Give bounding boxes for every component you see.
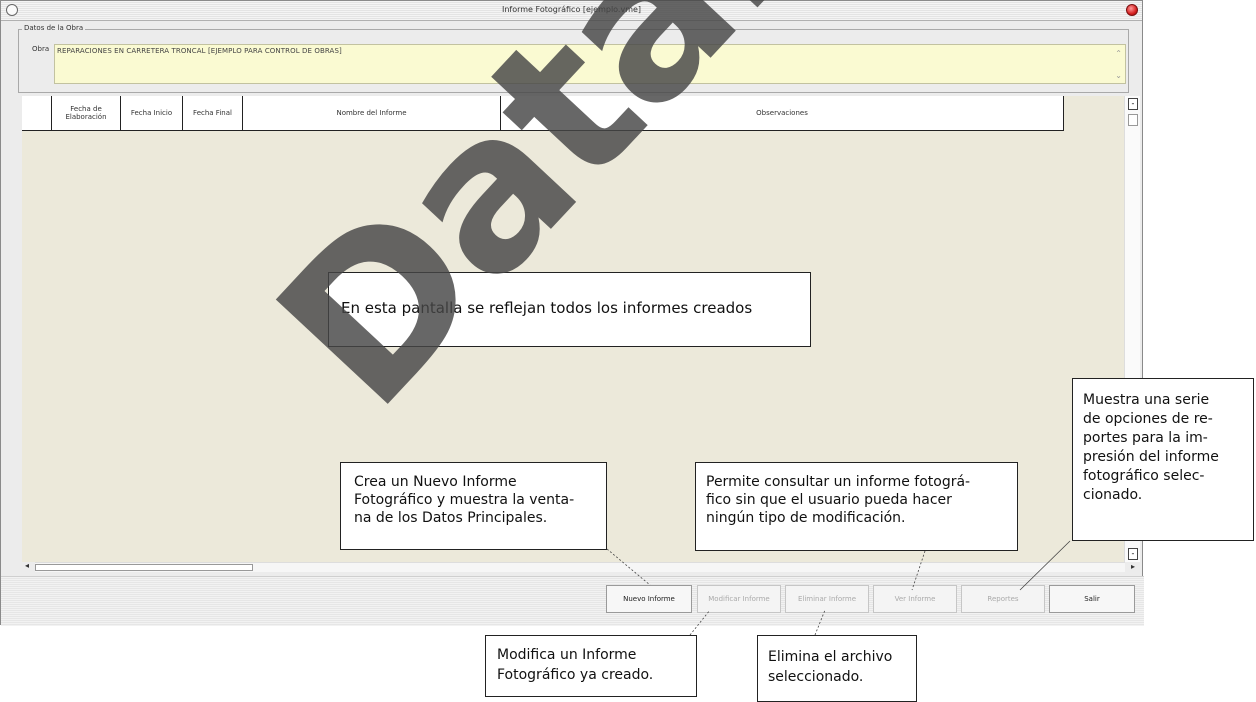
modificar-informe-button[interactable]: Modificar Informe (697, 585, 781, 613)
callout-eliminar: Elimina el archivo seleccionado. (757, 635, 917, 702)
scroll-right-icon[interactable]: ▸ (1127, 562, 1139, 574)
callout-modificar-line: Modifica un Informe (497, 647, 637, 663)
callout-ver: Permite consultar un informe fotográ- fi… (695, 462, 1018, 551)
callout-nuevo-line: Crea un Nuevo Informe (354, 474, 517, 490)
hscroll-thumb[interactable] (35, 564, 253, 571)
callout-modificar: Modifica un Informe Fotográfico ya cread… (485, 635, 697, 697)
callout-reportes-line: de opciones de re- (1083, 411, 1213, 427)
title-bar[interactable]: Informe Fotográfico [ejemplo.vme] (1, 1, 1142, 21)
callout-reportes-line: portes para la im- (1083, 430, 1208, 446)
horizontal-scrollbar[interactable]: ◂ ▸ (25, 561, 1135, 572)
callout-nuevo: Crea un Nuevo Informe Fotográfico y mues… (340, 462, 607, 550)
obra-field[interactable]: REPARACIONES EN CARRETERA TRONCAL [EJEMP… (54, 44, 1126, 84)
callout-main: En esta pantalla se reflejan todos los i… (328, 272, 811, 347)
column-header-observaciones[interactable]: Observaciones (501, 96, 1064, 131)
callout-reportes: Muestra una serie de opciones de re- por… (1072, 378, 1254, 541)
scroll-up-icon[interactable]: - (1128, 98, 1138, 110)
callout-reportes-line: Muestra una serie (1083, 392, 1210, 408)
chevron-down-icon[interactable]: ⌄ (1115, 71, 1122, 80)
callout-reportes-line: fotográfico selec- (1083, 468, 1205, 484)
ver-informe-button[interactable]: Ver Informe (873, 585, 957, 613)
reportes-button[interactable]: Reportes (961, 585, 1045, 613)
column-header-fecha-final[interactable]: Fecha Final (183, 96, 243, 131)
salir-button[interactable]: Salir (1049, 585, 1135, 613)
scroll-thumb[interactable] (1128, 114, 1138, 126)
callout-nuevo-line: na de los Datos Principales. (354, 510, 548, 526)
nuevo-informe-button[interactable]: Nuevo Informe (606, 585, 692, 613)
callout-reportes-line: cionado. (1083, 487, 1143, 503)
column-header-fecha-inicio[interactable]: Fecha Inicio (121, 96, 183, 131)
group-legend: Datos de la Obra (22, 24, 86, 32)
window-title: Informe Fotográfico [ejemplo.vme] (501, 5, 642, 14)
callout-eliminar-line: seleccionado. (768, 669, 864, 685)
callout-main-text: En esta pantalla se reflejan todos los i… (341, 299, 753, 317)
column-header-nombre[interactable]: Nombre del Informe (243, 96, 501, 131)
scroll-left-icon[interactable]: ◂ (21, 561, 33, 573)
close-icon[interactable] (1126, 4, 1138, 16)
column-header-fecha-elaboracion[interactable]: Fecha de Elaboración (52, 96, 121, 131)
column-header-selector[interactable] (22, 96, 52, 131)
callout-ver-line: ningún tipo de modificación. (706, 510, 906, 526)
callout-ver-line: Permite consultar un informe fotográ- (706, 474, 971, 490)
callout-modificar-line: Fotográfico ya creado. (497, 667, 654, 683)
callout-reportes-line: presión del informe (1083, 449, 1219, 465)
scroll-down-icon[interactable]: - (1128, 548, 1138, 560)
obra-label: Obra (32, 45, 50, 53)
callout-eliminar-line: Elimina el archivo (768, 649, 893, 665)
callout-ver-line: fico sin que el usuario pueda hacer (706, 492, 952, 508)
obra-value: REPARACIONES EN CARRETERA TRONCAL [EJEMP… (57, 47, 342, 55)
callout-nuevo-line: Fotográfico y muestra la venta- (354, 492, 575, 508)
chevron-up-icon[interactable]: ⌃ (1115, 49, 1122, 58)
eliminar-informe-button[interactable]: Eliminar Informe (785, 585, 869, 613)
